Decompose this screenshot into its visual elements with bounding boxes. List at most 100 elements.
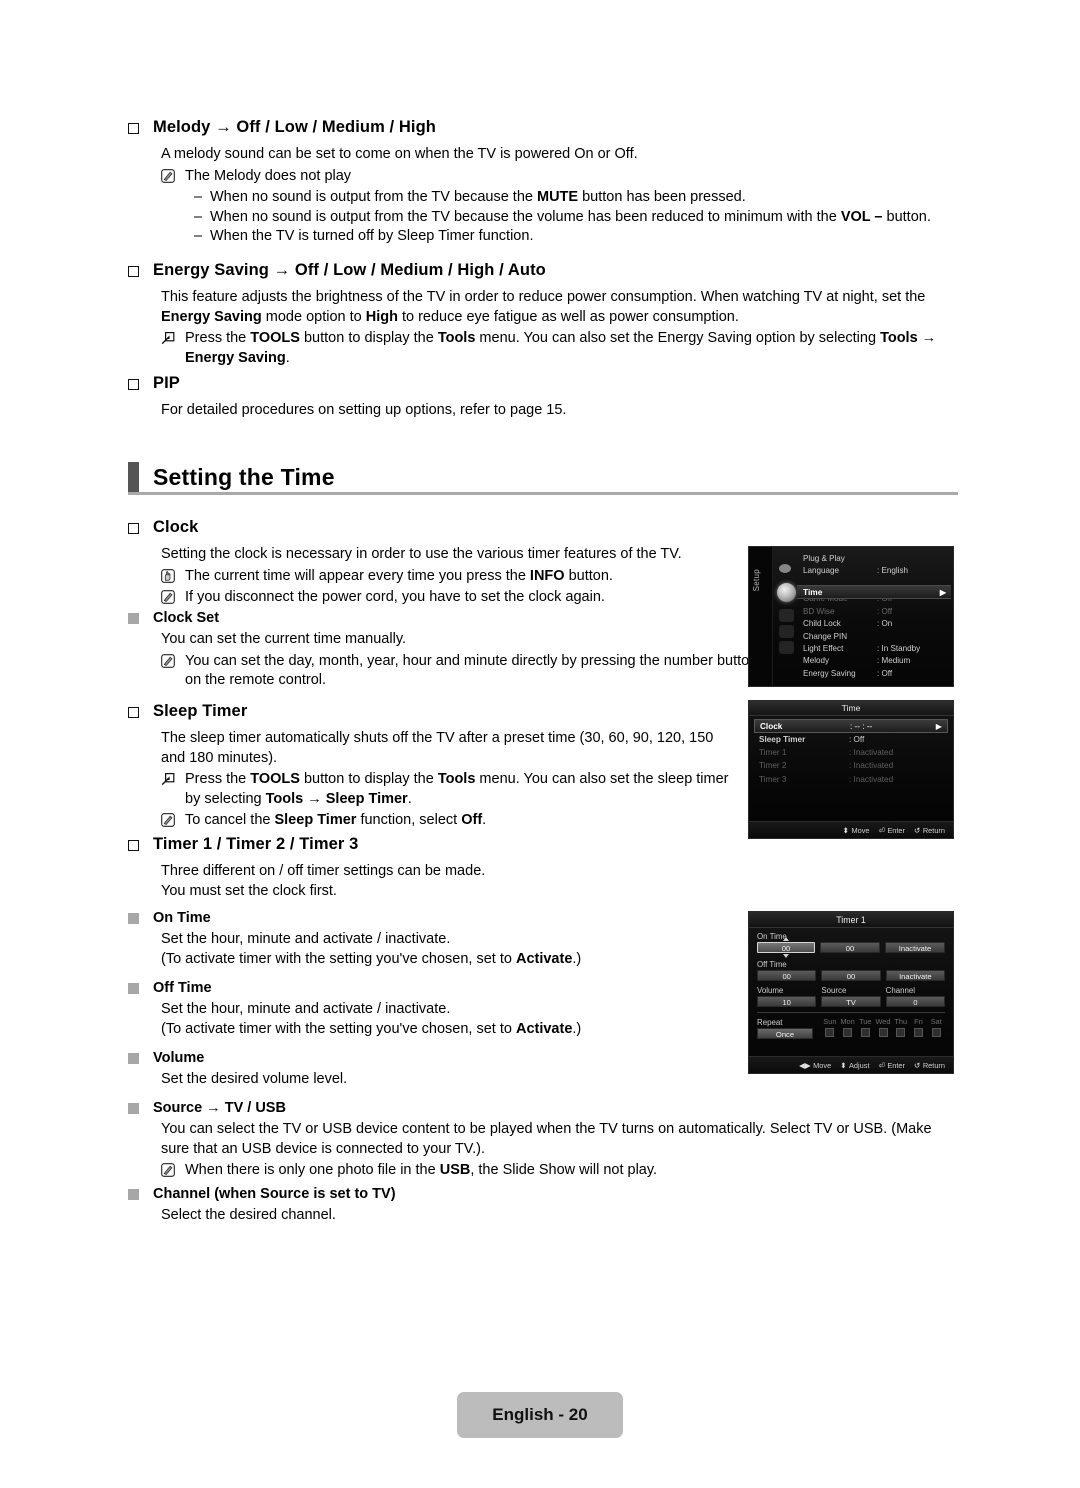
off-time-heading-text: Off Time [153,980,212,996]
timer-day-mon[interactable]: Mon [839,1017,857,1037]
setup-row-plug-and-play[interactable]: Plug & Play [803,552,949,564]
subsection-source: Source → TV / USB You can select the TV … [128,1100,958,1181]
setup-row-value: : On [877,619,893,629]
clock-heading-text: Clock [153,518,199,536]
volume-heading-text: Volume [153,1050,205,1066]
note-pencil-icon [161,590,175,604]
time-row-sleep-timer[interactable]: Sleep Timer : Off [754,733,948,746]
melody-dash-2: – When no sound is output from the TV be… [194,208,958,228]
on-time-line1: Set the hour, minute and activate / inac… [161,931,451,947]
melody-dash-2-text: When no sound is output from the TV beca… [210,208,931,225]
return-arrow-icon: ↺ [914,825,921,835]
timer-source-value[interactable]: TV [821,996,881,1007]
filled-square-bullet-icon [128,1053,139,1064]
timer-on-minute-value[interactable]: 00 [820,942,880,953]
timer-day-thu[interactable]: Thu [892,1017,910,1037]
time-row-value: : Inactivated [849,774,894,784]
setup-row-light-effect[interactable]: Light Effect : In Standby [803,642,949,654]
time-row-timer-2[interactable]: Timer 2 : Inactivated [754,759,948,772]
time-row-value: : -- : -- [850,721,873,731]
filled-square-bullet-icon [128,983,139,994]
time-row-clock[interactable]: Clock : -- : -- ▶ [754,719,948,733]
dash-marker: – [194,189,203,205]
day-checkbox[interactable] [913,1028,923,1037]
timer-on-hour-stepper[interactable]: 00 [757,937,815,958]
tv-setup-menu-screenshot: Setup Plug & Play Language : English Gam… [748,546,954,687]
section-melody: Melody → Off / Low / Medium / High A mel… [128,118,958,247]
time-row-timer-1[interactable]: Timer 1 : Inactivated [754,746,948,759]
setup-row-melody[interactable]: Melody : Medium [803,655,949,667]
nav-enter-label: Enter [887,1060,906,1070]
timer-on-state-value[interactable]: Inactivate [885,942,945,953]
timer-day-sun[interactable]: Sun [821,1017,839,1037]
setup-gear-icon [777,583,796,602]
timer-off-hour-value[interactable]: 00 [757,970,817,981]
off-time-line2: (To activate timer with the setting you'… [161,1020,582,1037]
timers-line2: You must set the clock first. [161,882,337,899]
timer-day-fri[interactable]: Fri [910,1017,928,1037]
channel-icon [779,625,794,638]
nav-move: ◀▶ Move [799,1061,831,1070]
leftright-arrow-icon: ◀▶ [799,1060,811,1070]
day-checkbox[interactable] [878,1028,888,1037]
setup-row-label: Light Effect [803,644,844,654]
day-label: Thu [894,1017,908,1026]
source-heading: Source → TV / USB [128,1100,958,1116]
setup-row-language[interactable]: Language : English [803,564,949,576]
tv-timer1-screenshot: Timer 1 On Time 00 00 Inactivate Off Tim… [748,911,954,1074]
setup-menu-rail: Setup [749,547,773,686]
timer-channel-value[interactable]: 0 [885,996,945,1007]
setup-row-time-selected[interactable]: Time ▶ [797,585,951,599]
day-checkbox[interactable] [931,1028,941,1037]
pip-heading-text: PIP [153,374,180,392]
setup-row-energy-saving[interactable]: Energy Saving : Off [803,667,949,679]
day-label: Wed [875,1017,891,1026]
section-sleep-timer: Sleep Timer The sleep timer automaticall… [128,702,738,831]
page-number-label: English - 20 [492,1405,588,1424]
timer-menu-body: On Time 00 00 Inactivate Off Time 00 00 … [757,931,945,1039]
day-checkbox[interactable] [860,1028,870,1037]
clock-cord-note-text: If you disconnect the power cord, you ha… [185,589,605,605]
timer-day-checkboxes: Sun Mon Tue Wed Thu Fri Sat [821,1017,945,1037]
volume-heading: Volume [128,1050,738,1066]
open-square-bullet-icon [128,840,139,851]
timer-day-wed[interactable]: Wed [874,1017,892,1037]
day-checkbox[interactable] [825,1028,835,1037]
off-time-line1: Set the hour, minute and activate / inac… [161,1001,451,1017]
timer-off-state-value[interactable]: Inactivate [885,970,945,981]
time-row-value: : Off [849,735,865,745]
time-row-timer-3[interactable]: Timer 3 : Inactivated [754,773,948,786]
setup-row-child-lock[interactable]: Child Lock : On [803,618,949,630]
filled-square-bullet-icon [128,913,139,924]
setup-row-label: Language [803,566,840,576]
setup-row-change-pin[interactable]: Change PIN [803,630,949,642]
setup-row-bd-wise[interactable]: BD Wise : Off [803,605,949,617]
timer-off-minute-value[interactable]: 00 [821,970,881,981]
setup-row-value: : In Standby [877,644,921,654]
clock-set-body: You can set the current time manually. [161,631,407,647]
subsection-volume: Volume Set the desired volume level. [128,1050,738,1090]
source-heading-text: Source → TV / USB [153,1100,286,1116]
pip-heading: PIP [128,374,958,393]
nav-return: ↺ Return [914,826,945,835]
timer-repeat-value[interactable]: Once [757,1028,813,1039]
energy-saving-heading-text: Energy Saving → Off / Low / Medium / Hig… [153,261,546,279]
day-checkbox[interactable] [896,1028,906,1037]
timer-volume-label: Volume [757,986,784,995]
timer-day-sat[interactable]: Sat [927,1017,945,1037]
timer-volume-value[interactable]: 10 [757,996,817,1007]
page-footer-badge: English - 20 [457,1392,623,1438]
updown-arrow-icon: ⬍ [842,825,849,835]
off-time-heading: Off Time [128,980,738,996]
energy-saving-tools-note-text: Press the TOOLS button to display the To… [185,330,937,366]
time-row-label: Clock [760,721,783,731]
clock-set-note: You can set the day, month, year, hour a… [161,652,768,691]
timer-day-tue[interactable]: Tue [856,1017,874,1037]
enter-key-icon: ⏎ [878,1060,885,1070]
setup-menu-rail-label: Setup [752,569,761,592]
section-clock: Clock Setting the clock is necessary in … [128,518,728,608]
note-pencil-icon [161,168,175,183]
timer-divider [757,1012,945,1013]
setup-selected-label: Time [803,587,823,597]
day-checkbox[interactable] [843,1028,853,1037]
